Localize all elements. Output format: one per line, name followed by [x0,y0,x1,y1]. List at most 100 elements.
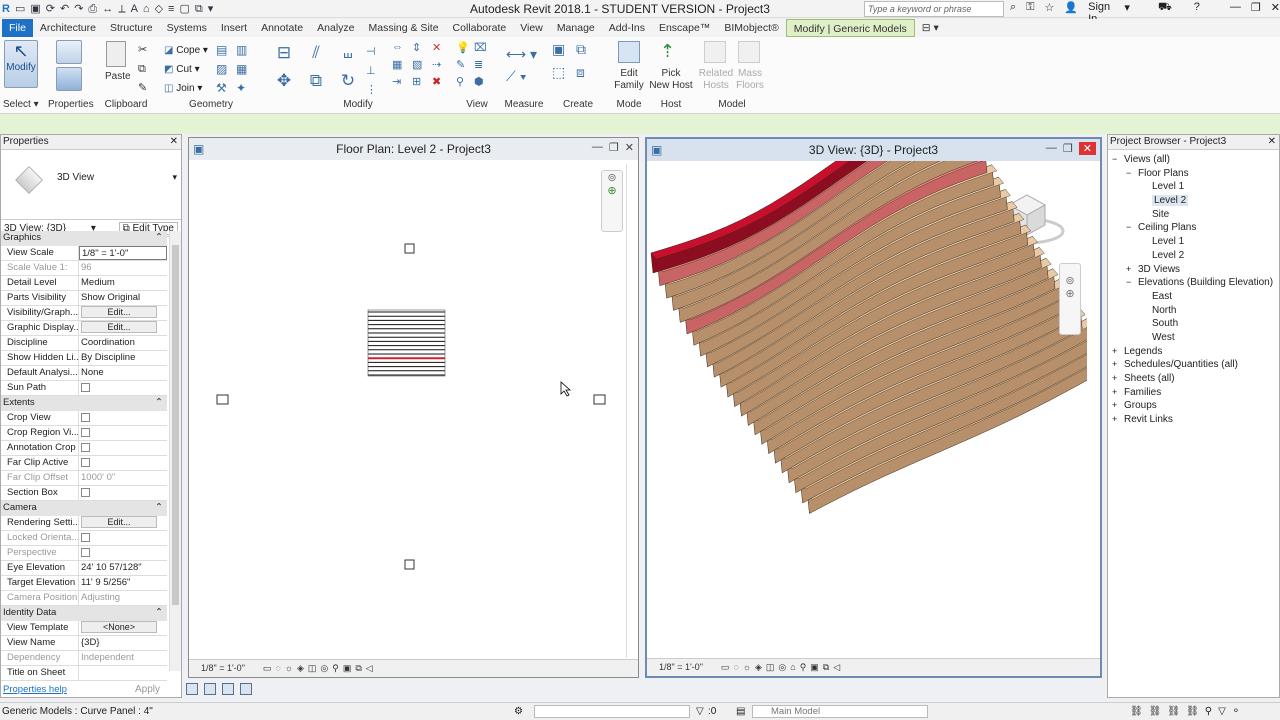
collapse-icon[interactable]: ⌃ [155,501,163,516]
pick-new-host-button[interactable]: Pick New Host [648,68,694,92]
extend-icon[interactable]: ⇥ [392,75,412,88]
group-graphics[interactable]: Graphics ⌃ [1,231,167,246]
hide-icon[interactable]: 💡 [456,41,474,54]
browser-item[interactable]: Level 1 [1110,235,1278,249]
split-face-icon[interactable]: ▤ [216,41,227,60]
expand-toggle-icon[interactable]: + [1112,413,1117,427]
cut-icon[interactable]: ✂ [138,41,147,60]
workset-dropdown[interactable] [534,705,690,718]
browser-item[interactable]: − Views (all) [1110,153,1278,167]
type-dropdown-icon[interactable]: ▾ [172,172,177,183]
browser-item[interactable]: + Sheets (all) [1110,372,1278,386]
text-icon[interactable]: A [131,1,138,17]
browser-item[interactable]: Site [1110,208,1278,222]
design-option-dropdown[interactable]: Main Model [752,705,928,718]
move-icon[interactable]: ✥ [268,71,300,91]
floor-plan-canvas[interactable] [189,160,638,660]
array-icon[interactable]: ⋮ [366,81,377,100]
undo-icon[interactable]: ↶ [60,1,69,17]
property-value[interactable]: <None> [79,621,167,635]
measure-distance-icon[interactable]: ⟷ ▾ [506,43,537,65]
ribbon-dropdown-icon[interactable]: ⊟ ▾ [915,19,946,37]
collapse-icon[interactable]: ⌃ [155,606,163,621]
linework-icon[interactable]: ≣ [474,58,492,71]
3d-steering-wheel-icon[interactable]: ⊚ [1060,274,1080,287]
property-value[interactable]: Coordination [79,336,167,350]
tile-views-icon[interactable] [186,683,198,695]
paste-icon[interactable] [106,41,126,67]
copy-icon[interactable]: ⧉ [138,60,147,79]
paint-icon[interactable]: ▨ [216,60,227,79]
select-dropdown[interactable]: Select ▾ [3,99,39,110]
property-value[interactable] [79,441,167,455]
property-edit-button[interactable]: <None> [81,621,157,633]
design-options-icon[interactable]: ▤ [736,703,745,720]
browser-item[interactable]: + Revit Links [1110,413,1278,427]
property-value[interactable] [79,411,167,425]
zoom-icon[interactable]: ⊕ [602,184,622,197]
hide-element-icon[interactable]: ⚲ [456,75,474,88]
property-value[interactable]: Edit... [79,306,167,320]
browser-item[interactable]: East [1110,290,1278,304]
property-checkbox[interactable] [81,443,90,452]
close-hidden-icon[interactable]: ▢ [179,1,189,17]
cope-button[interactable]: ◪ Cope ▾ [164,41,208,60]
property-value[interactable] [79,381,167,395]
property-value[interactable]: {3D} [79,636,167,650]
property-value[interactable] [79,456,167,470]
expand-toggle-icon[interactable]: − [1126,276,1131,290]
property-value[interactable]: 11' 9 5/256" [79,576,167,590]
expand-toggle-icon[interactable]: + [1112,358,1117,372]
open-icon[interactable]: ▭ [15,1,25,17]
measure-icon[interactable]: ↔ [102,1,113,17]
match-icon[interactable]: ✎ [138,79,147,98]
expand-toggle-icon[interactable]: − [1126,221,1131,235]
property-value[interactable]: 1/8" = 1'-0" [79,246,167,260]
pin-icon[interactable]: ✕ [432,41,452,54]
floor-view-controls-icon[interactable]: ▭◌☼◈◫◎⚲▣⧉◁ [263,663,377,673]
cascade-views-icon[interactable] [204,683,216,695]
wall-joins-icon[interactable]: ▥ [236,41,247,60]
trim2-icon[interactable]: ⇢ [432,58,452,71]
tab-collaborate[interactable]: Collaborate [446,19,514,37]
restore-views-icon[interactable] [222,683,234,695]
tab-massing-site[interactable]: Massing & Site [362,19,446,37]
3d-zoom-icon[interactable]: ⊕ [1060,287,1080,300]
copy-element-icon[interactable]: ⧉ [300,71,332,91]
properties-help-link[interactable]: Properties help [3,684,67,695]
3d-view-controls-icon[interactable]: ▭◌☼◈◫◎⌂⚲▣⧉◁ [721,662,844,672]
close-properties-icon[interactable]: ✕ [170,135,178,149]
browser-item[interactable]: − Floor Plans [1110,167,1278,181]
browser-item[interactable]: + Groups [1110,399,1278,413]
property-checkbox[interactable] [81,548,90,557]
modify-tool-button[interactable]: ↖ Modify [4,40,38,88]
tab-modify-generic-models[interactable]: Modify | Generic Models [785,19,915,37]
thin-lines-icon[interactable]: ≡ [168,1,174,17]
type-properties-icon[interactable] [56,67,82,91]
apply-button[interactable]: Apply [135,684,160,695]
tab-architecture[interactable]: Architecture [33,19,103,37]
split-gap-icon[interactable]: ⊞ [412,75,432,88]
browser-item[interactable]: + Families [1110,386,1278,400]
elevation-marker-west[interactable] [216,394,229,405]
search-input[interactable]: Type a keyword or phrase [864,1,1004,17]
tab-annotate[interactable]: Annotate [254,19,310,37]
tab-insert[interactable]: Insert [214,19,254,37]
tab-add-ins[interactable]: Add-Ins [602,19,652,37]
3d-view-icon[interactable]: ⌂ [143,1,150,17]
tab-view[interactable]: View [513,19,550,37]
browser-item[interactable]: South [1110,317,1278,331]
elevation-marker-south[interactable] [404,559,415,570]
elevation-marker-north[interactable] [404,243,415,254]
expand-toggle-icon[interactable]: + [1126,263,1131,277]
property-value[interactable] [79,486,167,500]
property-value[interactable]: Edit... [79,321,167,335]
delete-icon[interactable]: ✖ [432,75,452,88]
mirror-draw-icon[interactable]: ⇕ [412,41,432,54]
group-identity-data[interactable]: Identity Data ⌃ [1,606,167,621]
3d-minimize-button[interactable]: — [1046,142,1057,155]
create-group-icon[interactable]: ⬚ [552,64,576,81]
collapse-icon[interactable]: ⌃ [155,231,163,246]
group-extents[interactable]: Extents ⌃ [1,396,167,411]
3d-scale[interactable]: 1/8" = 1'-0" [659,662,703,672]
